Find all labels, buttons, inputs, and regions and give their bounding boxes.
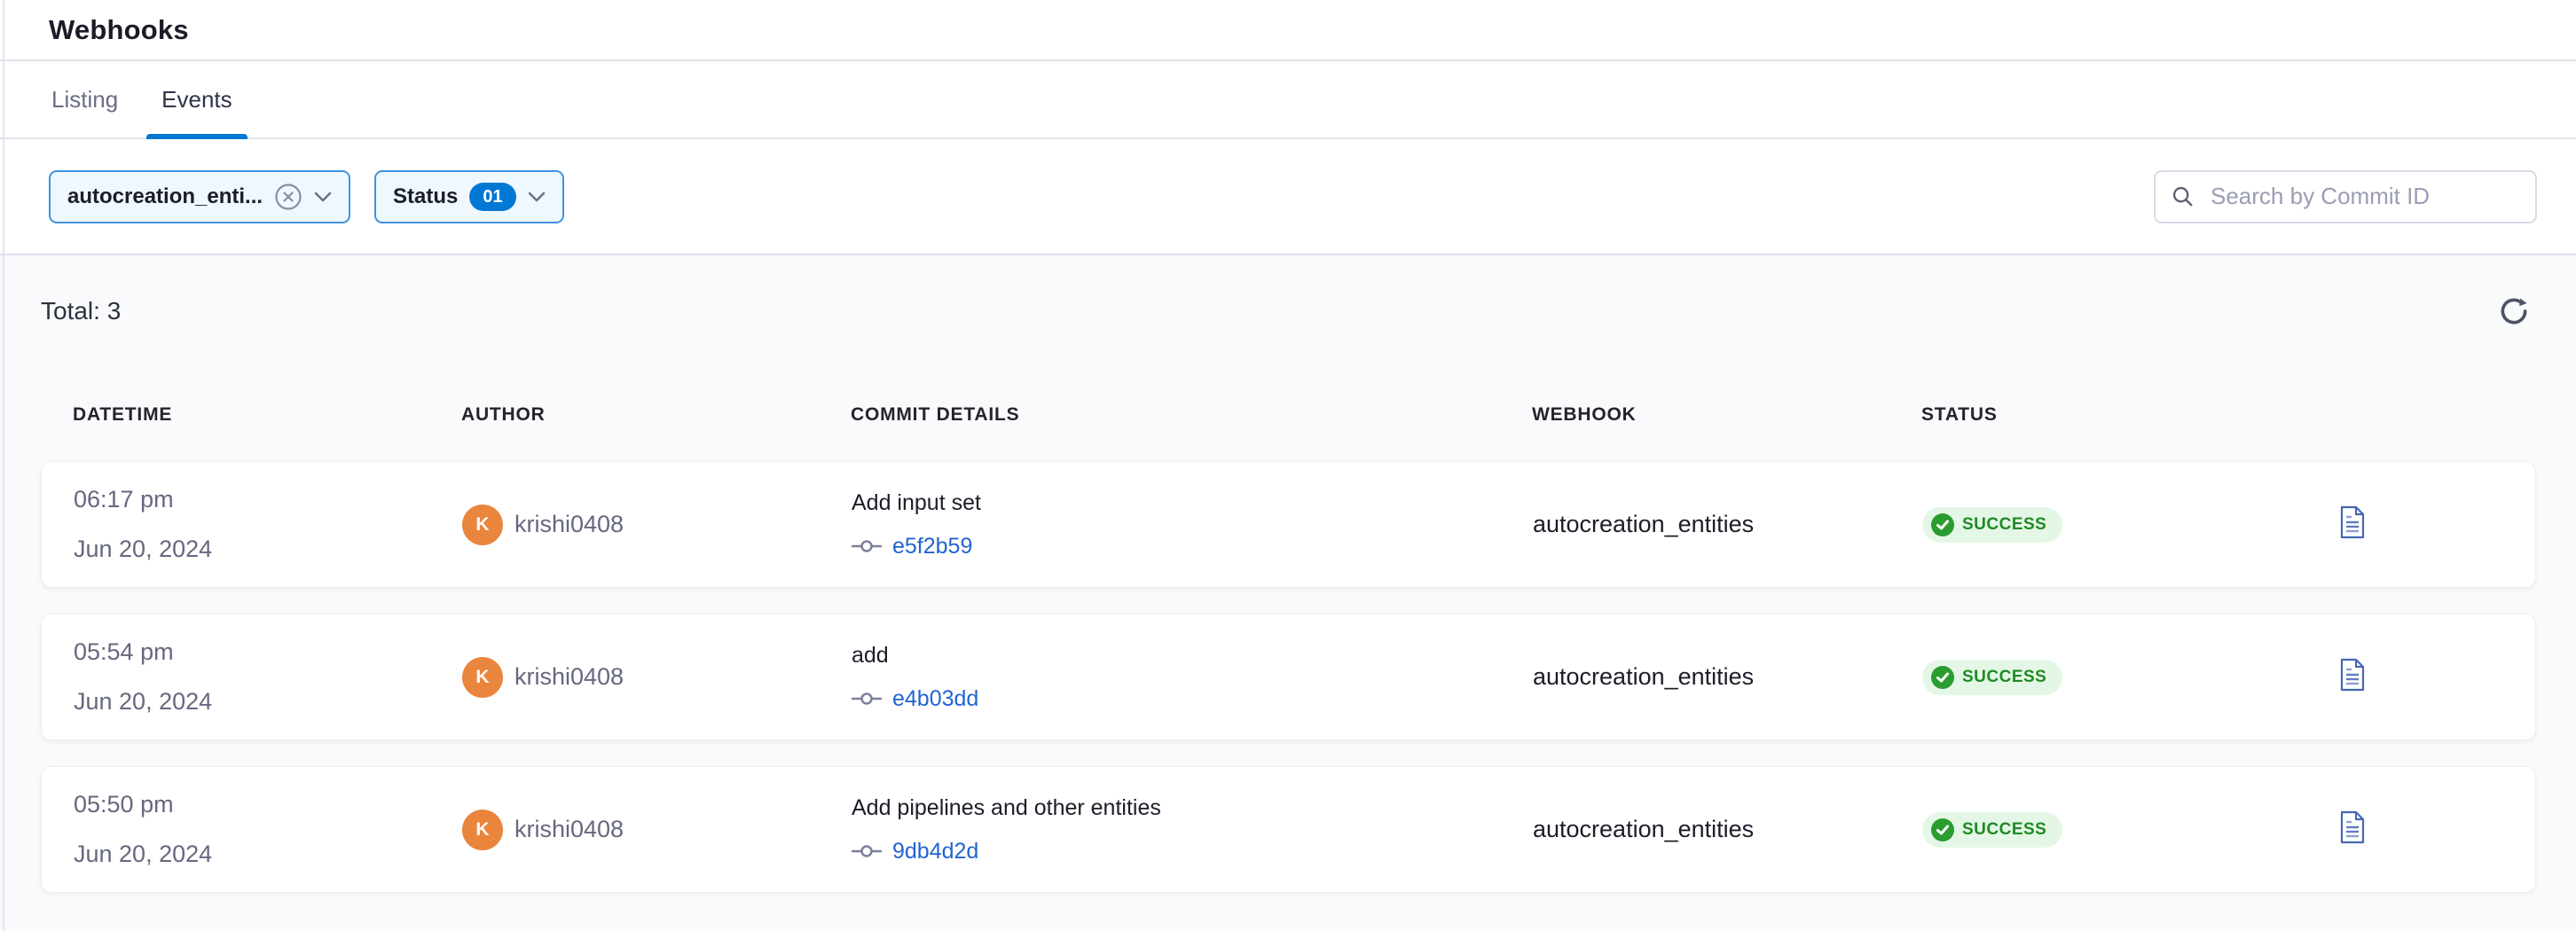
event-date: Jun 20, 2024 <box>74 536 462 563</box>
results-toolbar: Total: 3 <box>41 255 2536 328</box>
event-date: Jun 20, 2024 <box>74 841 462 868</box>
tab-events[interactable]: Events <box>146 61 247 137</box>
commit-details-cell: Add pipelines and other entities 9db4d2d <box>852 795 1533 864</box>
commit-message: Add input set <box>852 490 1533 516</box>
commit-message: Add pipelines and other entities <box>852 795 1533 821</box>
refresh-icon[interactable] <box>2497 294 2531 328</box>
commit-id[interactable]: 9db4d2d <box>892 839 978 864</box>
page-header: Webhooks <box>0 0 2576 61</box>
author-cell: K krishi0408 <box>462 810 852 850</box>
webhook-name: autocreation_entities <box>1533 816 1922 843</box>
event-date: Jun 20, 2024 <box>74 688 462 716</box>
column-header-author: AUTHOR <box>461 404 851 426</box>
datetime-cell: 06:17 pm Jun 20, 2024 <box>42 486 462 563</box>
chevron-down-icon[interactable] <box>528 192 546 202</box>
filter-bar: autocreation_enti... Status 01 <box>0 139 2576 255</box>
git-commit-icon <box>852 692 882 706</box>
avatar: K <box>462 810 503 850</box>
author-name: krishi0408 <box>514 511 624 538</box>
table-header-row: DATETIME AUTHOR COMMIT DETAILS WEBHOOK S… <box>41 404 2536 426</box>
actions-cell <box>2339 505 2535 544</box>
actions-cell <box>2339 810 2535 849</box>
commit-message: add <box>852 643 1533 669</box>
commit-id[interactable]: e4b03dd <box>892 686 978 712</box>
status-badge: SUCCESS <box>1922 812 2062 848</box>
commit-details-cell: Add input set e5f2b59 <box>852 490 1533 559</box>
status-badge-label: SUCCESS <box>1962 668 2046 687</box>
status-cell: SUCCESS <box>1922 660 2339 695</box>
check-circle-icon <box>1931 818 1954 841</box>
event-time: 05:50 pm <box>74 791 462 818</box>
author-cell: K krishi0408 <box>462 657 852 698</box>
table-row: 05:54 pm Jun 20, 2024 K krishi0408 add e… <box>41 614 2536 740</box>
commit-link[interactable]: e5f2b59 <box>852 534 972 559</box>
commit-link[interactable]: 9db4d2d <box>852 839 978 864</box>
circle-x-icon[interactable] <box>274 183 302 211</box>
author-name: krishi0408 <box>514 663 624 691</box>
git-commit-icon <box>852 539 882 553</box>
status-badge-label: SUCCESS <box>1962 515 2046 535</box>
status-badge: SUCCESS <box>1922 507 2062 543</box>
column-header-commit-details: COMMIT DETAILS <box>851 404 1532 426</box>
avatar: K <box>462 505 503 545</box>
datetime-cell: 05:54 pm Jun 20, 2024 <box>42 638 462 716</box>
git-commit-icon <box>852 844 882 858</box>
tab-bar: Listing Events <box>0 61 2576 139</box>
total-count: Total: 3 <box>41 297 121 325</box>
page-title: Webhooks <box>49 14 189 46</box>
payload-details-icon[interactable] <box>2339 658 2366 696</box>
author-cell: K krishi0408 <box>462 505 852 545</box>
check-circle-icon <box>1931 666 1954 689</box>
webhook-filter-label: autocreation_enti... <box>67 184 263 209</box>
status-filter-count-badge: 01 <box>469 183 515 211</box>
status-cell: SUCCESS <box>1922 507 2339 543</box>
status-badge: SUCCESS <box>1922 660 2062 695</box>
status-cell: SUCCESS <box>1922 812 2339 848</box>
datetime-cell: 05:50 pm Jun 20, 2024 <box>42 791 462 868</box>
column-header-webhook: WEBHOOK <box>1532 404 1921 426</box>
avatar: K <box>462 657 503 698</box>
payload-details-icon[interactable] <box>2339 505 2366 544</box>
event-time: 05:54 pm <box>74 638 462 666</box>
table-row: 06:17 pm Jun 20, 2024 K krishi0408 Add i… <box>41 461 2536 588</box>
page-left-divider <box>3 0 4 931</box>
status-filter-label: Status <box>393 184 458 209</box>
author-name: krishi0408 <box>514 816 624 843</box>
commit-link[interactable]: e4b03dd <box>852 686 978 712</box>
chevron-down-icon[interactable] <box>314 192 332 202</box>
webhook-name: autocreation_entities <box>1533 511 1922 538</box>
search-input[interactable] <box>2154 170 2537 223</box>
status-badge-label: SUCCESS <box>1962 820 2046 840</box>
search-box <box>2154 170 2537 223</box>
event-time: 06:17 pm <box>74 486 462 513</box>
tab-listing[interactable]: Listing <box>36 61 133 137</box>
check-circle-icon <box>1931 513 1954 536</box>
webhook-filter-chip[interactable]: autocreation_enti... <box>49 170 350 223</box>
actions-cell <box>2339 658 2535 696</box>
column-header-datetime: DATETIME <box>41 404 461 426</box>
column-header-status: STATUS <box>1921 404 2338 426</box>
events-panel: Total: 3 DATETIME AUTHOR COMMIT DETAILS … <box>0 255 2576 931</box>
commit-details-cell: add e4b03dd <box>852 643 1533 712</box>
commit-id[interactable]: e5f2b59 <box>892 534 972 559</box>
payload-details-icon[interactable] <box>2339 810 2366 849</box>
table-row: 05:50 pm Jun 20, 2024 K krishi0408 Add p… <box>41 766 2536 893</box>
webhook-name: autocreation_entities <box>1533 663 1922 691</box>
status-filter-chip[interactable]: Status 01 <box>374 170 564 223</box>
